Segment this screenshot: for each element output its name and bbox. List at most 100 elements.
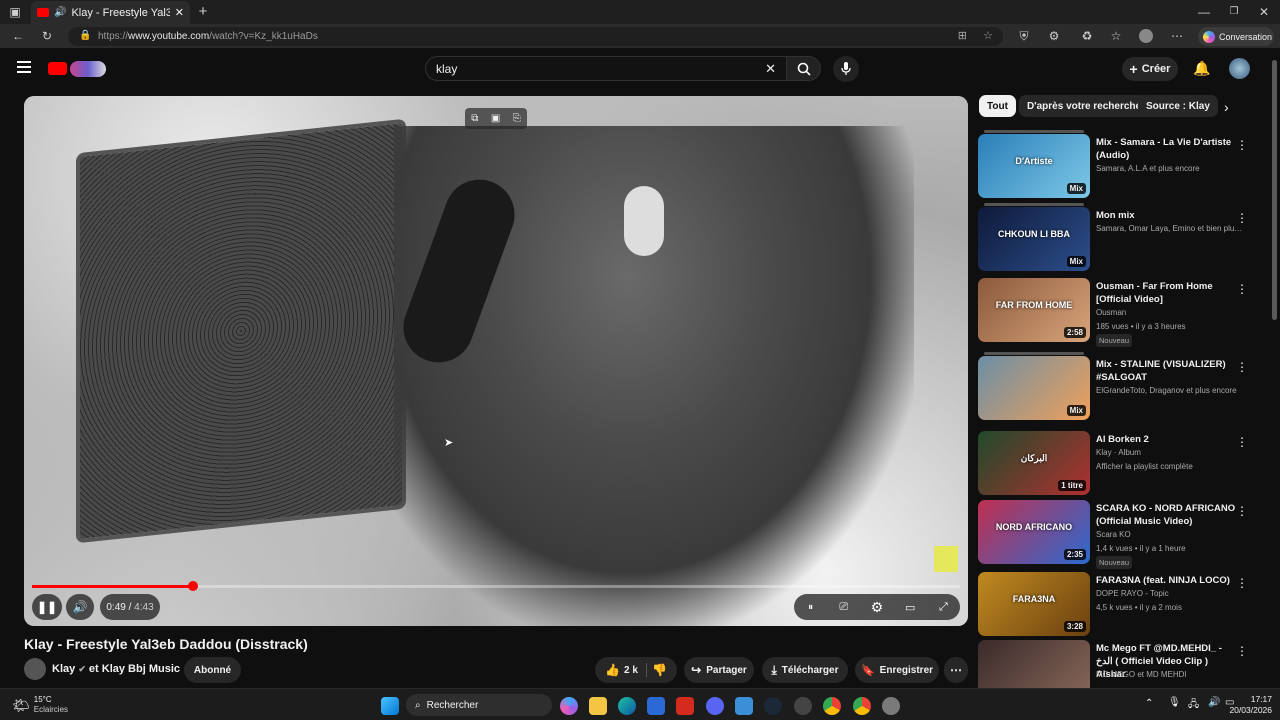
recommendation-item[interactable]: FAR FROM HOME 2:58 Ousman - Far From Home… xyxy=(978,278,1268,347)
more-options-icon[interactable]: ⋮ xyxy=(1236,282,1248,296)
recommendation-channel[interactable]: MC MEGO et MD MEHDI xyxy=(1096,670,1246,679)
miniplayer-icon[interactable]: ▣ xyxy=(491,113,500,124)
subscribe-button[interactable]: Abonné xyxy=(184,657,241,683)
favorites-icon[interactable]: ☆ xyxy=(1109,29,1123,43)
more-options-icon[interactable]: ⋮ xyxy=(1236,576,1248,590)
recommendation-item[interactable]: NORD AFRICANO 2:35 SCARA KO - NORD AFRICA… xyxy=(978,500,1268,569)
more-options-icon[interactable]: ⋮ xyxy=(1236,644,1248,658)
recommendation-thumbnail[interactable]: Mix xyxy=(978,356,1090,420)
recommendation-title[interactable]: Mon mix xyxy=(1096,209,1238,222)
voice-search-button[interactable] xyxy=(833,56,859,82)
autoplay-toggle-icon[interactable]: ⏸ xyxy=(798,594,824,620)
recommendation-title[interactable]: Mix - Samara - La Vie D'artiste (Audio) xyxy=(1096,136,1238,162)
more-options-icon[interactable]: ⋮ xyxy=(1236,435,1248,449)
browser-tab[interactable]: 🔊 Klay - Freestyle Yal3eb Dadd ✕ xyxy=(31,1,190,24)
settings-gear-icon[interactable]: ⚙ xyxy=(864,594,890,620)
recommendation-thumbnail[interactable]: FAR FROM HOME 2:58 xyxy=(978,278,1090,342)
discord-icon[interactable] xyxy=(706,697,724,715)
refresh-icon[interactable]: ↻ xyxy=(40,29,54,43)
performance-icon[interactable]: ♻ xyxy=(1080,29,1094,43)
search-button[interactable] xyxy=(786,56,821,81)
recommendation-channel[interactable]: DOPE RAYO - Topic xyxy=(1096,589,1246,598)
file-explorer-icon[interactable] xyxy=(589,697,607,715)
restore-icon[interactable]: ❐ xyxy=(1227,5,1241,19)
save-button[interactable]: 🔖 Enregistrer xyxy=(855,657,939,683)
hamburger-menu-icon[interactable] xyxy=(17,61,31,73)
tab-actions-icon[interactable]: ▣ xyxy=(8,5,22,19)
tab-close-icon[interactable]: ✕ xyxy=(175,6,184,19)
shield-extension-icon[interactable]: ⛨ xyxy=(1017,29,1031,43)
tray-network-icon[interactable]: 🖧 xyxy=(1188,697,1199,714)
profile-avatar-icon[interactable] xyxy=(1139,29,1153,43)
new-tab-icon[interactable]: + xyxy=(196,4,210,19)
more-actions-button[interactable]: ⋯ xyxy=(944,657,968,683)
recommendation-title[interactable]: SCARA KO - NORD AFRICANO (Official Music… xyxy=(1096,502,1238,528)
start-windows-icon[interactable] xyxy=(381,697,399,715)
search-input[interactable]: klay ✕ xyxy=(425,56,787,81)
account-avatar[interactable] xyxy=(1229,58,1250,79)
youtube-logo[interactable] xyxy=(48,61,108,79)
recommendation-title[interactable]: Al Borken 2 xyxy=(1096,433,1238,446)
channel-watermark[interactable] xyxy=(934,546,958,572)
download-button[interactable]: ⤓ Télécharger xyxy=(762,657,848,683)
more-options-icon[interactable]: ⋮ xyxy=(1236,138,1248,152)
recommendation-thumbnail[interactable]: FARA3NA 3:28 xyxy=(978,572,1090,636)
theater-mode-icon[interactable]: ▭ xyxy=(897,594,923,620)
recommendation-channel[interactable]: Samara, Omar Laya, Emino et bien plus e.… xyxy=(1096,224,1246,233)
recommendation-channel[interactable]: Samara, A.L.A et plus encore xyxy=(1096,164,1246,173)
acrobat-icon[interactable] xyxy=(676,697,694,715)
share-overlay-icon[interactable]: ⎘ xyxy=(513,113,521,124)
recommendation-title[interactable]: Ousman - Far From Home [Official Video] xyxy=(1096,280,1238,306)
photos-icon[interactable] xyxy=(735,697,753,715)
recommendation-channel[interactable]: Scara KO xyxy=(1096,530,1246,539)
channel-name-block[interactable]: Klay ✔ et Klay Bbj Music xyxy=(52,663,180,675)
channel-avatar[interactable] xyxy=(24,658,46,680)
recommendation-thumbnail[interactable]: NORD AFRICANO 2:35 xyxy=(978,500,1090,564)
progress-bar[interactable] xyxy=(32,581,960,591)
settings-taskbar-icon[interactable] xyxy=(882,697,900,715)
recommendation-item[interactable]: Mix Mix - STALINE (VISUALIZER) #SALGOAT … xyxy=(978,352,1268,422)
chip-source[interactable]: Source : Klay xyxy=(1138,95,1218,117)
extensions-icon[interactable]: ⚙ xyxy=(1047,29,1061,43)
chip-all[interactable]: Tout xyxy=(979,95,1016,117)
tray-mic-icon[interactable]: 🎙 xyxy=(1168,697,1181,708)
recommendation-item[interactable]: FARA3NA 3:28 FARA3NA (feat. NINJA LOCO) D… xyxy=(978,572,1268,638)
taskbar-search[interactable]: ⌕ Rechercher xyxy=(406,694,552,716)
game-launcher-icon[interactable] xyxy=(794,697,812,715)
more-options-icon[interactable]: ⋮ xyxy=(1236,504,1248,518)
recommendation-thumbnail[interactable]: D'Artiste Mix xyxy=(978,134,1090,198)
steam-icon[interactable] xyxy=(764,697,782,715)
pause-icon[interactable]: ❚❚ xyxy=(34,594,60,620)
recommendation-thumbnail[interactable]: CHKOUN LI BBA Mix xyxy=(978,207,1090,271)
like-button[interactable]: 👍 2 k xyxy=(605,663,647,677)
edge-browser-icon[interactable] xyxy=(618,697,636,715)
page-scrollbar[interactable] xyxy=(1272,60,1277,320)
window-close-icon[interactable]: ✕ xyxy=(1257,5,1271,19)
clear-search-icon[interactable]: ✕ xyxy=(765,61,776,77)
clock[interactable]: 17:17 20/03/2026 xyxy=(1226,694,1272,716)
copilot-button[interactable]: Conversation xyxy=(1198,27,1274,46)
recommendation-item[interactable]: البركان 1 titre Al Borken 2 Klay · Album … xyxy=(978,431,1268,497)
favorite-star-icon[interactable]: ☆ xyxy=(983,29,993,42)
progress-scrubber[interactable] xyxy=(187,581,198,591)
chip-related[interactable]: D'après votre recherche xyxy=(1019,95,1150,117)
fullscreen-icon[interactable]: ⤢ xyxy=(930,594,956,620)
app-available-icon[interactable]: ⊞ xyxy=(958,29,967,42)
video-player[interactable]: ⧉ ▣ ⎘ ❚❚ 🔊 0:49 / 4:43 ⏸ ⎚ ⚙ ▭ ⤢ ➤ xyxy=(24,96,968,626)
thumbs-down-icon[interactable]: 👎 xyxy=(652,663,667,677)
subtitles-icon[interactable]: ⎚ xyxy=(831,594,857,620)
tray-volume-icon[interactable]: 🔊 xyxy=(1208,697,1220,708)
recommendation-item[interactable]: CHKOUN LI BBA Mix Mon mix Samara, Omar La… xyxy=(978,203,1268,273)
back-icon[interactable]: ← xyxy=(11,29,25,43)
chips-next-icon[interactable]: › xyxy=(1224,99,1229,115)
volume-icon[interactable]: 🔊 xyxy=(67,594,93,620)
recommendation-channel[interactable]: Ousman xyxy=(1096,308,1246,317)
recommendation-item[interactable]: D'Artiste Mix Mix - Samara - La Vie D'art… xyxy=(978,130,1268,200)
recommendation-title[interactable]: FARA3NA (feat. NINJA LOCO) xyxy=(1096,574,1238,587)
more-options-icon[interactable]: ⋮ xyxy=(1236,360,1248,374)
recommendation-thumbnail[interactable]: البركان 1 titre xyxy=(978,431,1090,495)
picture-in-picture-icon[interactable]: ⧉ xyxy=(471,113,478,124)
recommendation-channel[interactable]: Klay · Album xyxy=(1096,448,1246,457)
notifications-bell-icon[interactable]: 🔔 xyxy=(1193,60,1210,77)
share-button[interactable]: ↪ Partager xyxy=(684,657,754,683)
